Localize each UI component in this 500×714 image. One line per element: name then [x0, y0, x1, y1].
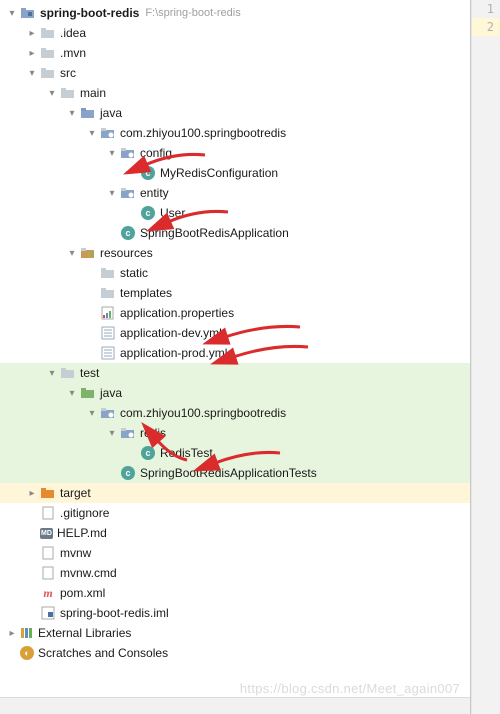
- tree-row[interactable]: mvnw.cmd: [0, 563, 470, 583]
- maven-file-icon: m: [40, 585, 56, 601]
- tree-row[interactable]: MD HELP.md: [0, 523, 470, 543]
- file-icon: [40, 565, 56, 581]
- folder-icon: [60, 365, 76, 381]
- tree-row[interactable]: ▾ src: [0, 63, 470, 83]
- editor-gutter: 1 2: [471, 0, 500, 714]
- chevron-down-icon[interactable]: ▾: [84, 125, 100, 141]
- tree-row[interactable]: ▾ main: [0, 83, 470, 103]
- chevron-down-icon[interactable]: ▾: [104, 145, 120, 161]
- yml-file-icon: [100, 325, 116, 341]
- package-icon: [120, 185, 136, 201]
- tree-row[interactable]: application-prod.yml: [0, 343, 470, 363]
- file-icon: [40, 545, 56, 561]
- project-tree[interactable]: ▾ spring-boot-redis F:\spring-boot-redis…: [0, 0, 470, 663]
- package-icon: [100, 125, 116, 141]
- tree-row[interactable]: c SpringBootRedisApplicationTests: [0, 463, 470, 483]
- tree-row[interactable]: ▾ test: [0, 363, 470, 383]
- tree-row[interactable]: spring-boot-redis.iml: [0, 603, 470, 623]
- line-number: 1: [472, 0, 500, 18]
- class-icon: c: [141, 166, 155, 180]
- tree-row[interactable]: ▾ com.zhiyou100.springbootredis: [0, 403, 470, 423]
- package-icon: [100, 405, 116, 421]
- tree-row[interactable]: c RedisTest: [0, 443, 470, 463]
- chevron-down-icon[interactable]: ▾: [104, 185, 120, 201]
- folder-icon: [40, 65, 56, 81]
- tree-row[interactable]: ▾ java: [0, 103, 470, 123]
- package-icon: [120, 145, 136, 161]
- chevron-down-icon[interactable]: ▾: [64, 245, 80, 261]
- tree-row[interactable]: application.properties: [0, 303, 470, 323]
- tree-row[interactable]: templates: [0, 283, 470, 303]
- file-icon: [40, 505, 56, 521]
- chevron-down-icon[interactable]: ▾: [104, 425, 120, 441]
- tree-row[interactable]: ▸ .idea: [0, 23, 470, 43]
- folder-icon: [100, 265, 116, 281]
- source-folder-icon: [80, 105, 96, 121]
- markdown-file-icon: MD: [40, 528, 53, 539]
- folder-icon: [100, 285, 116, 301]
- tree-row[interactable]: ▾ java: [0, 383, 470, 403]
- tree-row[interactable]: ▾ config: [0, 143, 470, 163]
- module-folder-icon: [20, 5, 36, 21]
- watermark: https://blog.csdn.net/Meet_again007: [240, 681, 460, 696]
- properties-file-icon: [100, 305, 116, 321]
- tree-row[interactable]: ▾ entity: [0, 183, 470, 203]
- tree-row[interactable]: static: [0, 263, 470, 283]
- yml-file-icon: [100, 345, 116, 361]
- tree-row[interactable]: c SpringBootRedisApplication: [0, 223, 470, 243]
- package-icon: [120, 425, 136, 441]
- chevron-right-icon[interactable]: ▸: [4, 625, 20, 641]
- root-path: F:\spring-boot-redis: [145, 7, 240, 19]
- chevron-right-icon[interactable]: ▸: [24, 25, 40, 41]
- tree-row[interactable]: c MyRedisConfiguration: [0, 163, 470, 183]
- horizontal-scrollbar[interactable]: [0, 697, 470, 714]
- tree-row[interactable]: ▸ target: [0, 483, 470, 503]
- chevron-down-icon[interactable]: ▾: [64, 105, 80, 121]
- class-icon: c: [121, 466, 135, 480]
- class-icon: c: [141, 206, 155, 220]
- chevron-right-icon[interactable]: ▸: [24, 485, 40, 501]
- root-label: spring-boot-redis: [40, 6, 139, 20]
- tree-row-root[interactable]: ▾ spring-boot-redis F:\spring-boot-redis: [0, 3, 470, 23]
- tree-row[interactable]: m pom.xml: [0, 583, 470, 603]
- line-number-current: 2: [472, 18, 500, 36]
- tree-row-external-libs[interactable]: ▸ External Libraries: [0, 623, 470, 643]
- chevron-right-icon[interactable]: ▸: [24, 45, 40, 61]
- scratches-icon: ◐: [20, 646, 34, 660]
- chevron-down-icon[interactable]: ▾: [4, 5, 20, 21]
- chevron-down-icon[interactable]: ▾: [24, 65, 40, 81]
- folder-icon: [40, 45, 56, 61]
- tree-row[interactable]: c User: [0, 203, 470, 223]
- resources-folder-icon: [80, 245, 96, 261]
- folder-icon: [40, 25, 56, 41]
- class-icon: c: [121, 226, 135, 240]
- chevron-down-icon[interactable]: ▾: [84, 405, 100, 421]
- libraries-icon: [20, 625, 34, 641]
- folder-icon: [60, 85, 76, 101]
- chevron-down-icon[interactable]: ▾: [64, 385, 80, 401]
- iml-file-icon: [40, 605, 56, 621]
- tree-row[interactable]: application-dev.yml: [0, 323, 470, 343]
- excluded-folder-icon: [40, 485, 56, 501]
- tree-row[interactable]: ▸ .mvn: [0, 43, 470, 63]
- tree-row[interactable]: ▾ redis: [0, 423, 470, 443]
- tree-row-scratches[interactable]: ◐ Scratches and Consoles: [0, 643, 470, 663]
- test-folder-icon: [80, 385, 96, 401]
- class-icon: c: [141, 446, 155, 460]
- tree-row[interactable]: .gitignore: [0, 503, 470, 523]
- chevron-down-icon[interactable]: ▾: [44, 365, 60, 381]
- tree-row[interactable]: ▾ resources: [0, 243, 470, 263]
- tree-row[interactable]: ▾ com.zhiyou100.springbootredis: [0, 123, 470, 143]
- tree-row[interactable]: mvnw: [0, 543, 470, 563]
- chevron-down-icon[interactable]: ▾: [44, 85, 60, 101]
